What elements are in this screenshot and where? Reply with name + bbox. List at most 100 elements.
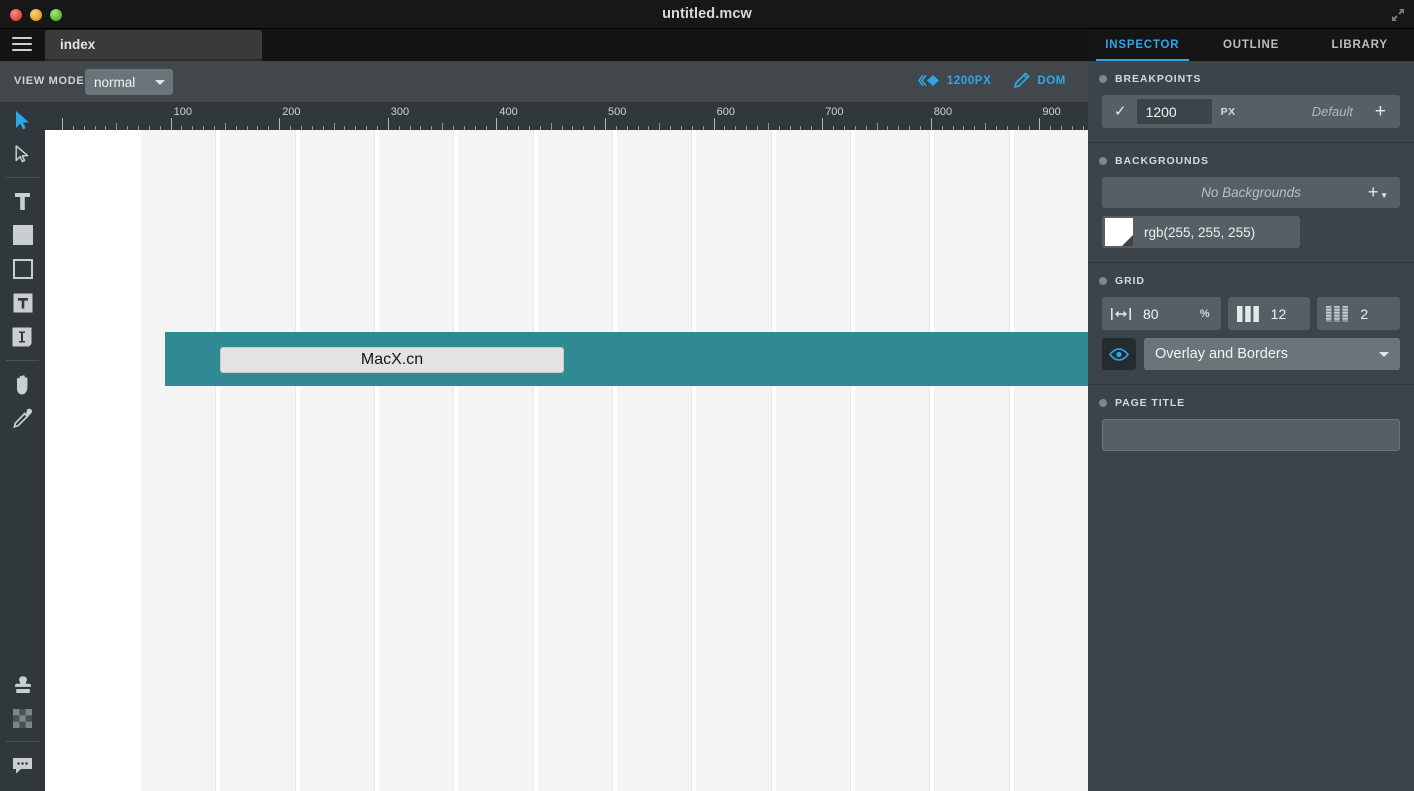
- text-field-tool[interactable]: [0, 320, 45, 354]
- grid-width-field[interactable]: 80 %: [1102, 297, 1221, 330]
- grid-columns-value: 12: [1270, 305, 1287, 322]
- background-color-value: rgb(255, 255, 255): [1144, 224, 1256, 240]
- ruler-tick: [876, 123, 878, 130]
- breakpoint-value-input[interactable]: 1200: [1136, 99, 1212, 124]
- boxed-I-beam-icon: [12, 327, 33, 348]
- tab-inspector[interactable]: INSPECTOR: [1088, 29, 1197, 61]
- width-arrows-icon: [1111, 307, 1131, 320]
- checker-swatch-icon: [13, 708, 32, 728]
- grid-display-row: Overlay and Borders: [1102, 338, 1400, 370]
- add-background-button[interactable]: + ▼: [1368, 182, 1388, 203]
- gutter-icon: [1326, 305, 1349, 322]
- rectangle-tool[interactable]: [0, 252, 45, 286]
- breakpoint-default-label: Default: [1311, 104, 1353, 119]
- stamp-icon: [14, 675, 31, 693]
- section-page-title: PAGE TITLE: [1088, 385, 1414, 465]
- hand-tool[interactable]: [0, 367, 45, 401]
- hamburger-menu-icon[interactable]: [12, 35, 32, 53]
- view-mode-select[interactable]: normal: [85, 69, 173, 95]
- section-toggle-dot-icon[interactable]: [1099, 157, 1107, 165]
- inspector-tab-bar: INSPECTOR OUTLINE LIBRARY: [1088, 29, 1414, 61]
- direct-selection-tool[interactable]: [0, 137, 45, 171]
- transparency-tool[interactable]: [0, 701, 45, 735]
- rail-divider: [6, 177, 39, 178]
- selection-arrow-tool[interactable]: [0, 103, 45, 137]
- ruler-tick: [930, 118, 932, 130]
- grid-column: [141, 130, 216, 791]
- breakpoint-button[interactable]: 1200PX: [917, 74, 992, 87]
- eyedropper-icon: [12, 408, 32, 428]
- tool-rail: [0, 103, 45, 791]
- text-box-tool[interactable]: [0, 286, 45, 320]
- tab-label: index: [60, 37, 96, 52]
- stamp-tool[interactable]: [0, 667, 45, 701]
- page-banner[interactable]: MacX.cn: [165, 332, 1088, 386]
- eyedropper-tool[interactable]: [0, 401, 45, 435]
- breakpoint-row[interactable]: ✓ 1200 PX Default +: [1102, 95, 1400, 128]
- app-window: untitled.mcw index VIEW MODE: normal 120…: [0, 0, 1414, 791]
- grid-column: [458, 130, 533, 791]
- dom-button-label: DOM: [1037, 74, 1066, 87]
- page-title-header: PAGE TITLE: [1088, 385, 1414, 419]
- breakpoints-title: BREAKPOINTS: [1115, 73, 1202, 85]
- horizontal-ruler: 100 200 300 400 500 600 700 800 900: [45, 103, 1088, 130]
- title-bar: untitled.mcw: [0, 0, 1414, 29]
- backgrounds-header: BACKGROUNDS: [1088, 143, 1414, 177]
- grid-column-border: [612, 130, 613, 791]
- design-canvas[interactable]: MacX.cn: [45, 130, 1088, 791]
- expand-arrows-icon[interactable]: [1390, 7, 1406, 23]
- toolbar-right-group: 1200PX DOM: [917, 72, 1066, 89]
- grid-column: [299, 130, 374, 791]
- grid-columns-field[interactable]: 12: [1227, 297, 1311, 330]
- tab-inspector-label: INSPECTOR: [1105, 39, 1180, 51]
- page-title-input[interactable]: [1102, 419, 1400, 451]
- grid-column: [934, 130, 1009, 791]
- filled-rectangle-tool[interactable]: [0, 218, 45, 252]
- speech-bubble-icon: [13, 757, 32, 773]
- filled-square-icon: [12, 225, 33, 245]
- grid-visibility-toggle[interactable]: [1102, 338, 1136, 370]
- tab-outline[interactable]: OUTLINE: [1197, 29, 1306, 61]
- rail-divider-3: [6, 741, 39, 742]
- breakpoint-diamond-icon: [917, 74, 939, 87]
- background-color-row[interactable]: rgb(255, 255, 255): [1102, 216, 1300, 248]
- section-toggle-dot-icon[interactable]: [1099, 399, 1107, 407]
- section-toggle-dot-icon[interactable]: [1099, 277, 1107, 285]
- ruler-tick: [496, 118, 498, 130]
- backgrounds-title: BACKGROUNDS: [1115, 155, 1209, 167]
- add-breakpoint-button[interactable]: +: [1375, 102, 1386, 121]
- text-tool[interactable]: [0, 184, 45, 218]
- grid-width-value: 80: [1143, 305, 1159, 322]
- tab-library[interactable]: LIBRARY: [1305, 29, 1414, 61]
- tab-bar: index: [0, 29, 1088, 61]
- backgrounds-empty-row[interactable]: No Backgrounds + ▼: [1102, 177, 1400, 208]
- grid-column-border: [691, 130, 693, 791]
- color-swatch[interactable]: [1105, 218, 1133, 246]
- section-toggle-dot-icon[interactable]: [1099, 75, 1107, 83]
- view-mode-value: normal: [94, 74, 136, 90]
- grid-column: [617, 130, 692, 791]
- dom-button[interactable]: DOM: [1013, 72, 1066, 89]
- text-T-icon: [15, 192, 30, 210]
- grid-width-unit: %: [1199, 307, 1210, 320]
- grid-gutter-value: 2: [1360, 305, 1369, 322]
- breakpoint-value: 1200: [1145, 103, 1177, 120]
- ruler-tick: [550, 123, 552, 130]
- breakpoints-header: BREAKPOINTS: [1088, 61, 1414, 95]
- tab-index[interactable]: index: [45, 30, 262, 61]
- ruler-tick: [605, 118, 606, 130]
- grid-gutter-field[interactable]: 2: [1317, 297, 1400, 330]
- ruler-tick: [387, 118, 389, 130]
- grid-header: GRID: [1088, 263, 1414, 297]
- section-backgrounds: BACKGROUNDS No Backgrounds + ▼ rgb(255, 2…: [1088, 143, 1414, 263]
- grid-display-mode-select[interactable]: Overlay and Borders: [1144, 338, 1400, 370]
- ruler-label: 700: [825, 106, 844, 118]
- banner-text: MacX.cn: [360, 351, 424, 368]
- columns-icon: [1236, 305, 1259, 322]
- ruler-label: 500: [608, 106, 627, 118]
- banner-textbox[interactable]: MacX.cn: [220, 347, 564, 373]
- grid-title: GRID: [1115, 275, 1145, 287]
- ruler-tick: [659, 123, 661, 130]
- checkmark-icon[interactable]: ✓: [1114, 104, 1127, 119]
- comments-tool[interactable]: [0, 748, 45, 782]
